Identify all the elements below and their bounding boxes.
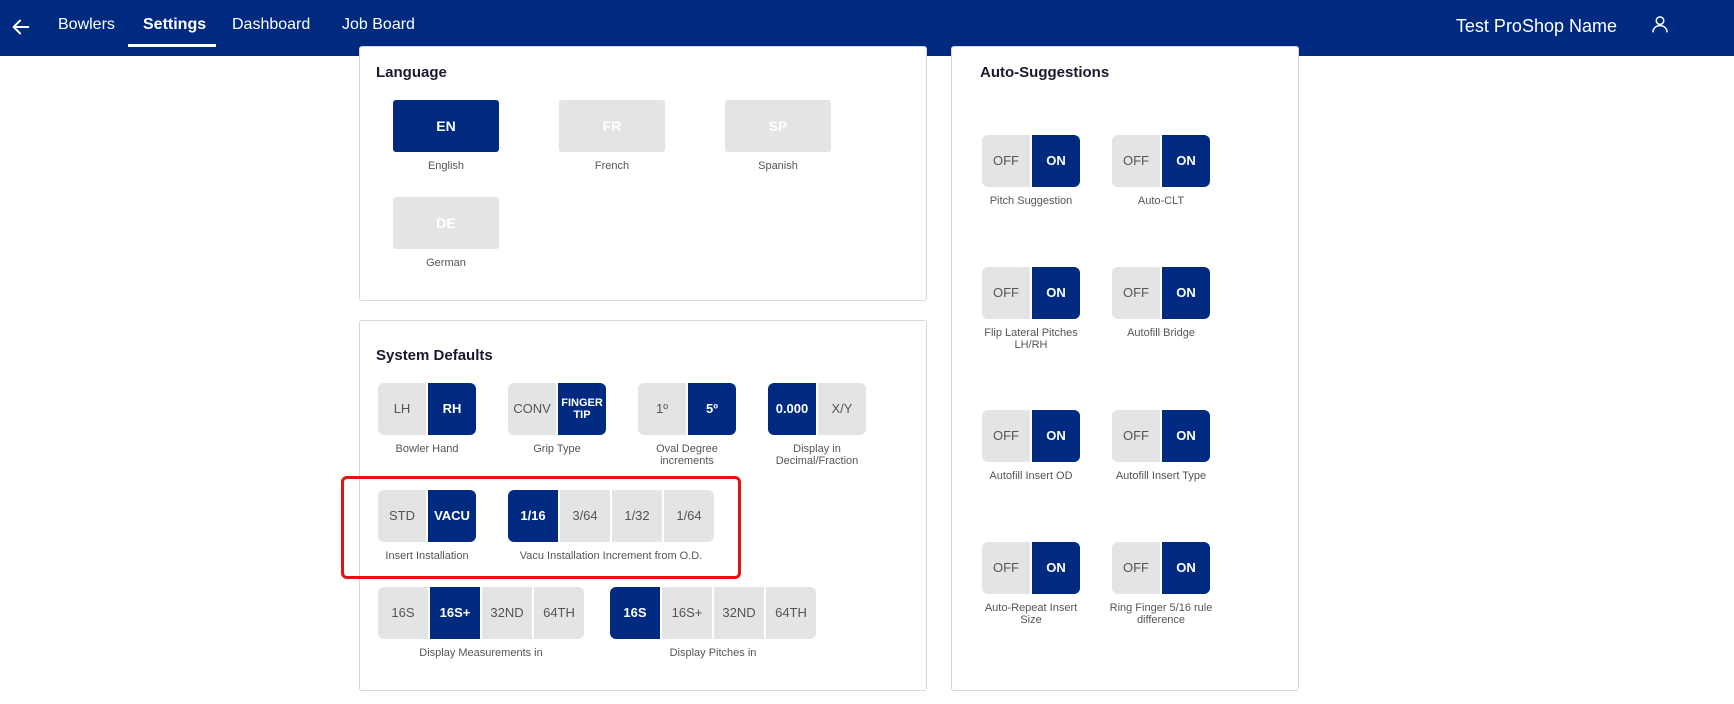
pitch-suggestion-label: Pitch Suggestion [989,195,1073,207]
grip-type-conv[interactable]: CONV [508,383,556,435]
flip-lateral-off[interactable]: OFF [982,267,1030,319]
oval-degree-5[interactable]: 5º [688,383,736,435]
measurements-64th[interactable]: 64TH [534,587,584,639]
autofill-insert-od-on[interactable]: ON [1032,410,1080,462]
measurements-16s-plus[interactable]: 16S+ [430,587,480,639]
bowler-hand-rh[interactable]: RH [428,383,476,435]
bowler-hand-lh[interactable]: LH [378,383,426,435]
lang-de-label: German [426,257,466,269]
nav-bowlers[interactable]: Bowlers [58,16,115,34]
display-measurements-label: Display Measurements in [419,647,543,659]
pitch-suggestion-off[interactable]: OFF [982,135,1030,187]
autofill-bridge-toggle: OFF ON [1112,267,1210,319]
autofill-insert-type-toggle: OFF ON [1112,410,1210,462]
autofill-insert-type-label: Autofill Insert Type [1115,470,1207,482]
bowler-hand-label: Bowler Hand [395,443,459,455]
auto-suggestions-title: Auto-Suggestions [980,64,1110,81]
auto-clt-toggle: OFF ON [1112,135,1210,187]
auto-repeat-insert-toggle: OFF ON [982,542,1080,594]
display-fraction-option[interactable]: X/Y [818,383,866,435]
shop-name: Test ProShop Name [1455,16,1617,36]
autofill-insert-type-off[interactable]: OFF [1112,410,1160,462]
pitch-suggestion-on[interactable]: ON [1032,135,1080,187]
oval-degree-label: Oval Degree increments [656,443,718,468]
display-pitches-label: Display Pitches in [669,647,757,659]
lang-fr-label: French [594,160,630,172]
oval-degree-toggle: 1º 5º [638,383,736,435]
display-decimal-toggle: 0.000 X/Y [768,383,866,435]
oval-degree-1[interactable]: 1º [638,383,686,435]
display-pitches-toggle: 16S 16S+ 32ND 64TH [610,587,816,639]
autofill-bridge-on[interactable]: ON [1162,267,1210,319]
pitches-64th[interactable]: 64TH [766,587,816,639]
system-defaults-title: System Defaults [376,347,493,364]
pitches-32nd[interactable]: 32ND [714,587,764,639]
nav-job-board[interactable]: Job Board [342,16,415,34]
ring-finger-rule-on[interactable]: ON [1162,542,1210,594]
lang-en-button[interactable]: EN [393,100,499,152]
ring-finger-rule-off[interactable]: OFF [1112,542,1160,594]
auto-repeat-insert-on[interactable]: ON [1032,542,1080,594]
pitches-16s[interactable]: 16S [610,587,660,639]
measurements-32nd[interactable]: 32ND [482,587,532,639]
grip-type-label: Grip Type [533,443,581,455]
flip-lateral-on[interactable]: ON [1032,267,1080,319]
highlight-box [341,476,741,579]
lang-fr-button[interactable]: FR [559,100,665,152]
display-decimal-label: Display in Decimal/Fraction [775,443,859,468]
lang-de-button[interactable]: DE [393,197,499,249]
ring-finger-rule-label: Ring Finger 5/16 rule difference [1109,602,1213,627]
display-decimal-option[interactable]: 0.000 [768,383,816,435]
flip-lateral-toggle: OFF ON [982,267,1080,319]
auto-clt-off[interactable]: OFF [1112,135,1160,187]
auto-clt-on[interactable]: ON [1162,135,1210,187]
auto-clt-label: Auto-CLT [1137,195,1185,207]
grip-type-toggle: CONV FINGER TIP [508,383,606,435]
grip-type-finger-tip[interactable]: FINGER TIP [558,383,606,435]
bowler-hand-toggle: LH RH [378,383,476,435]
autofill-insert-type-on[interactable]: ON [1162,410,1210,462]
auto-repeat-insert-off[interactable]: OFF [982,542,1030,594]
user-icon[interactable] [1650,14,1670,34]
lang-sp-label: Spanish [758,160,798,172]
autofill-bridge-off[interactable]: OFF [1112,267,1160,319]
active-tab-indicator [128,44,216,47]
lang-en-label: English [427,160,465,172]
pitches-16s-plus[interactable]: 16S+ [662,587,712,639]
pitch-suggestion-toggle: OFF ON [982,135,1080,187]
back-arrow-icon[interactable] [10,16,32,38]
language-title: Language [376,64,447,81]
auto-repeat-insert-label: Auto-Repeat Insert Size [984,602,1078,627]
lang-sp-button[interactable]: SP [725,100,831,152]
autofill-insert-od-toggle: OFF ON [982,410,1080,462]
measurements-16s[interactable]: 16S [378,587,428,639]
nav-settings[interactable]: Settings [143,16,206,34]
ring-finger-rule-toggle: OFF ON [1112,542,1210,594]
autofill-insert-od-label: Autofill Insert OD [989,470,1073,482]
nav-dashboard[interactable]: Dashboard [232,16,310,34]
display-measurements-toggle: 16S 16S+ 32ND 64TH [378,587,584,639]
flip-lateral-label: Flip Lateral Pitches LH/RH [984,327,1078,352]
autofill-bridge-label: Autofill Bridge [1127,327,1195,339]
autofill-insert-od-off[interactable]: OFF [982,410,1030,462]
